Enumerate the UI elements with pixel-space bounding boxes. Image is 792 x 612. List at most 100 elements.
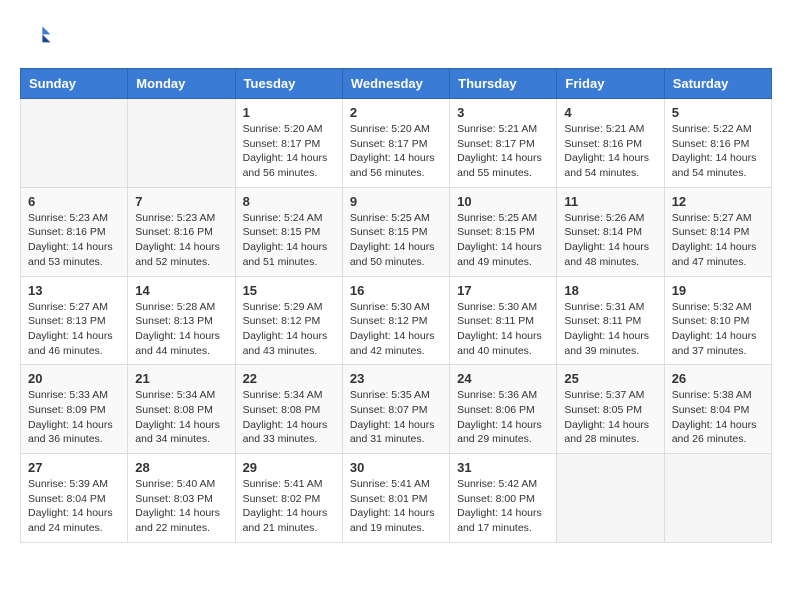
day-number: 18 (564, 283, 656, 298)
calendar-cell: 18 Sunrise: 5:31 AM Sunset: 8:11 PM Dayli… (557, 276, 664, 365)
calendar-cell: 1 Sunrise: 5:20 AM Sunset: 8:17 PM Daylig… (235, 99, 342, 188)
calendar-cell: 19Sunrise: 5:32 AM Sunset: 8:10 PM Dayli… (664, 276, 771, 365)
calendar-cell: 8Sunrise: 5:24 AM Sunset: 8:15 PM Daylig… (235, 187, 342, 276)
cell-content: Sunrise: 5:26 AM Sunset: 8:14 PM Dayligh… (564, 211, 656, 270)
cell-content: Sunrise: 5:34 AM Sunset: 8:08 PM Dayligh… (243, 388, 335, 447)
cell-content: Sunrise: 5:22 AM Sunset: 8:16 PM Dayligh… (672, 122, 764, 181)
logo (20, 20, 56, 52)
calendar-cell: 27 Sunrise: 5:39 AM Sunset: 8:04 PM Dayli… (21, 454, 128, 543)
cell-content: Sunrise: 5:28 AM Sunset: 8:13 PM Dayligh… (135, 300, 227, 359)
calendar-cell: 12 Sunrise: 5:27 AM Sunset: 8:14 PM Dayli… (664, 187, 771, 276)
calendar-cell: 17 Sunrise: 5:30 AM Sunset: 8:11 PM Dayli… (450, 276, 557, 365)
page-header (20, 20, 772, 52)
cell-content: Sunrise: 5:25 AM Sunset: 8:15 PM Dayligh… (350, 211, 442, 270)
day-number: 25 (564, 371, 656, 386)
calendar-cell: 13 Sunrise: 5:27 AM Sunset: 8:13 PM Dayli… (21, 276, 128, 365)
day-number: 15 (243, 283, 335, 298)
calendar-cell: 6Sunrise: 5:23 AM Sunset: 8:16 PM Daylig… (21, 187, 128, 276)
cell-content: Sunrise: 5:33 AM Sunset: 8:09 PM Dayligh… (28, 388, 120, 447)
calendar-cell: 10Sunrise: 5:25 AM Sunset: 8:15 PM Dayli… (450, 187, 557, 276)
day-number: 28 (135, 460, 227, 475)
calendar-cell: 2Sunrise: 5:20 AM Sunset: 8:17 PM Daylig… (342, 99, 449, 188)
calendar-cell: 28 Sunrise: 5:40 AM Sunset: 8:03 PM Dayli… (128, 454, 235, 543)
cell-content: Sunrise: 5:20 AM Sunset: 8:17 PM Dayligh… (243, 122, 335, 181)
calendar-week-row: 13 Sunrise: 5:27 AM Sunset: 8:13 PM Dayli… (21, 276, 772, 365)
day-number: 19 (672, 283, 764, 298)
day-of-week-header: Thursday (450, 69, 557, 99)
day-number: 8 (243, 194, 335, 209)
cell-content: Sunrise: 5:21 AM Sunset: 8:17 PM Dayligh… (457, 122, 549, 181)
day-of-week-header: Sunday (21, 69, 128, 99)
day-number: 17 (457, 283, 549, 298)
calendar-cell: 22Sunrise: 5:34 AM Sunset: 8:08 PM Dayli… (235, 365, 342, 454)
calendar-cell (128, 99, 235, 188)
day-number: 31 (457, 460, 549, 475)
day-of-week-header: Tuesday (235, 69, 342, 99)
calendar-cell: 30 Sunrise: 5:41 AM Sunset: 8:01 PM Dayli… (342, 454, 449, 543)
cell-content: Sunrise: 5:37 AM Sunset: 8:05 PM Dayligh… (564, 388, 656, 447)
calendar-cell: 15 Sunrise: 5:29 AM Sunset: 8:12 PM Dayli… (235, 276, 342, 365)
day-number: 7 (135, 194, 227, 209)
calendar-week-row: 20 Sunrise: 5:33 AM Sunset: 8:09 PM Dayli… (21, 365, 772, 454)
calendar-cell: 31 Sunrise: 5:42 AM Sunset: 8:00 PM Dayli… (450, 454, 557, 543)
calendar-week-row: 1 Sunrise: 5:20 AM Sunset: 8:17 PM Daylig… (21, 99, 772, 188)
cell-content: Sunrise: 5:41 AM Sunset: 8:01 PM Dayligh… (350, 477, 442, 536)
day-number: 11 (564, 194, 656, 209)
day-number: 14 (135, 283, 227, 298)
day-number: 30 (350, 460, 442, 475)
calendar-cell: 3Sunrise: 5:21 AM Sunset: 8:17 PM Daylig… (450, 99, 557, 188)
cell-content: Sunrise: 5:23 AM Sunset: 8:16 PM Dayligh… (135, 211, 227, 270)
calendar-cell: 7 Sunrise: 5:23 AM Sunset: 8:16 PM Daylig… (128, 187, 235, 276)
calendar-cell: 21 Sunrise: 5:34 AM Sunset: 8:08 PM Dayli… (128, 365, 235, 454)
day-number: 1 (243, 105, 335, 120)
cell-content: Sunrise: 5:27 AM Sunset: 8:13 PM Dayligh… (28, 300, 120, 359)
day-number: 13 (28, 283, 120, 298)
calendar-cell: 23 Sunrise: 5:35 AM Sunset: 8:07 PM Dayli… (342, 365, 449, 454)
day-of-week-header: Monday (128, 69, 235, 99)
calendar-week-row: 27 Sunrise: 5:39 AM Sunset: 8:04 PM Dayli… (21, 454, 772, 543)
logo-icon (20, 20, 52, 52)
day-number: 24 (457, 371, 549, 386)
cell-content: Sunrise: 5:35 AM Sunset: 8:07 PM Dayligh… (350, 388, 442, 447)
day-number: 12 (672, 194, 764, 209)
calendar-cell (664, 454, 771, 543)
day-of-week-header: Saturday (664, 69, 771, 99)
day-of-week-header: Friday (557, 69, 664, 99)
calendar-cell: 20 Sunrise: 5:33 AM Sunset: 8:09 PM Dayli… (21, 365, 128, 454)
cell-content: Sunrise: 5:20 AM Sunset: 8:17 PM Dayligh… (350, 122, 442, 181)
calendar-cell: 26Sunrise: 5:38 AM Sunset: 8:04 PM Dayli… (664, 365, 771, 454)
calendar-cell: 14 Sunrise: 5:28 AM Sunset: 8:13 PM Dayli… (128, 276, 235, 365)
day-number: 16 (350, 283, 442, 298)
day-number: 4 (564, 105, 656, 120)
calendar-cell: 25 Sunrise: 5:37 AM Sunset: 8:05 PM Dayli… (557, 365, 664, 454)
cell-content: Sunrise: 5:42 AM Sunset: 8:00 PM Dayligh… (457, 477, 549, 536)
calendar-cell (557, 454, 664, 543)
calendar-cell: 24 Sunrise: 5:36 AM Sunset: 8:06 PM Dayli… (450, 365, 557, 454)
day-of-week-header: Wednesday (342, 69, 449, 99)
calendar-cell: 4 Sunrise: 5:21 AM Sunset: 8:16 PM Daylig… (557, 99, 664, 188)
cell-content: Sunrise: 5:31 AM Sunset: 8:11 PM Dayligh… (564, 300, 656, 359)
cell-content: Sunrise: 5:27 AM Sunset: 8:14 PM Dayligh… (672, 211, 764, 270)
day-number: 9 (350, 194, 442, 209)
cell-content: Sunrise: 5:39 AM Sunset: 8:04 PM Dayligh… (28, 477, 120, 536)
cell-content: Sunrise: 5:23 AM Sunset: 8:16 PM Dayligh… (28, 211, 120, 270)
calendar-cell: 5Sunrise: 5:22 AM Sunset: 8:16 PM Daylig… (664, 99, 771, 188)
day-number: 27 (28, 460, 120, 475)
calendar-table: SundayMondayTuesdayWednesdayThursdayFrid… (20, 68, 772, 543)
calendar-cell: 9 Sunrise: 5:25 AM Sunset: 8:15 PM Daylig… (342, 187, 449, 276)
cell-content: Sunrise: 5:30 AM Sunset: 8:11 PM Dayligh… (457, 300, 549, 359)
calendar-cell: 16Sunrise: 5:30 AM Sunset: 8:12 PM Dayli… (342, 276, 449, 365)
day-number: 23 (350, 371, 442, 386)
calendar-week-row: 6Sunrise: 5:23 AM Sunset: 8:16 PM Daylig… (21, 187, 772, 276)
day-number: 20 (28, 371, 120, 386)
calendar-cell (21, 99, 128, 188)
calendar-cell: 11 Sunrise: 5:26 AM Sunset: 8:14 PM Dayli… (557, 187, 664, 276)
cell-content: Sunrise: 5:36 AM Sunset: 8:06 PM Dayligh… (457, 388, 549, 447)
cell-content: Sunrise: 5:40 AM Sunset: 8:03 PM Dayligh… (135, 477, 227, 536)
day-number: 21 (135, 371, 227, 386)
cell-content: Sunrise: 5:25 AM Sunset: 8:15 PM Dayligh… (457, 211, 549, 270)
cell-content: Sunrise: 5:29 AM Sunset: 8:12 PM Dayligh… (243, 300, 335, 359)
cell-content: Sunrise: 5:34 AM Sunset: 8:08 PM Dayligh… (135, 388, 227, 447)
cell-content: Sunrise: 5:21 AM Sunset: 8:16 PM Dayligh… (564, 122, 656, 181)
calendar-cell: 29Sunrise: 5:41 AM Sunset: 8:02 PM Dayli… (235, 454, 342, 543)
